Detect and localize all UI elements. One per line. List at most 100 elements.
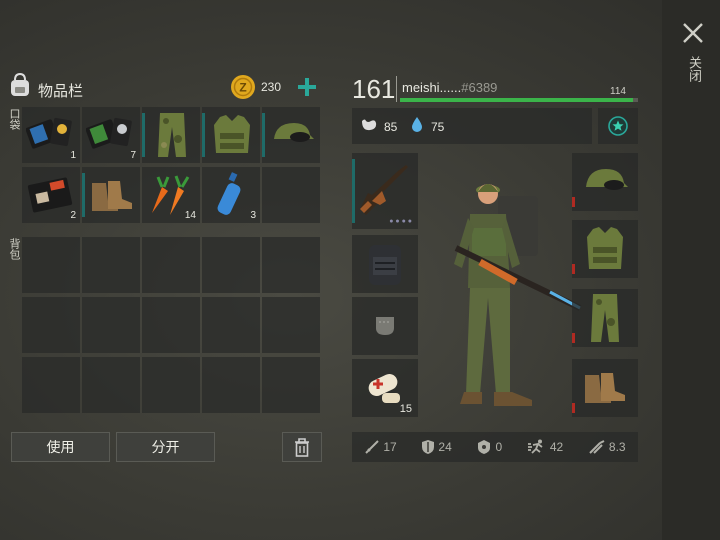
water-value: 75 xyxy=(431,120,445,134)
backpack-slot[interactable] xyxy=(142,297,200,353)
durability-indicator xyxy=(572,197,575,207)
weight-icon xyxy=(589,440,605,454)
ammo-dots: ● ● ● ● xyxy=(389,218,412,225)
durability-stripe xyxy=(352,159,355,223)
backpack-slot[interactable] xyxy=(22,297,80,353)
water-bottle-icon xyxy=(217,172,241,215)
pocket-slot-2[interactable]: 7 xyxy=(82,107,140,163)
xp-bar xyxy=(400,98,638,102)
character-model xyxy=(440,168,590,423)
camo-vest-icon xyxy=(587,227,623,269)
pocket-slot-8[interactable]: 14 xyxy=(142,167,200,223)
backpack-slot[interactable] xyxy=(202,357,260,413)
id-card-icon xyxy=(86,117,132,149)
durability-stripe xyxy=(262,113,265,157)
backpack-label: 背包 xyxy=(8,238,20,260)
legs-slot[interactable] xyxy=(572,289,638,347)
plus-icon xyxy=(298,78,316,96)
pocket-slot-6[interactable]: 2 xyxy=(22,167,80,223)
id-card-icon xyxy=(26,117,72,149)
wallet-icon xyxy=(27,177,73,213)
backpack-slot[interactable] xyxy=(262,237,320,293)
trash-icon xyxy=(295,438,309,457)
item-count: 2 xyxy=(70,210,76,221)
backpack-slot[interactable] xyxy=(262,297,320,353)
attack-value: 17 xyxy=(383,440,397,454)
pocket-slot-equip[interactable] xyxy=(352,297,418,355)
item-count: 3 xyxy=(250,210,256,221)
rifle-icon xyxy=(360,165,408,215)
perks-button[interactable] xyxy=(598,108,638,144)
use-button[interactable]: 使用 xyxy=(11,432,110,462)
stats-bar: 17 24 0 42 8.3 xyxy=(352,432,638,462)
pocket-slot-9[interactable]: 3 xyxy=(202,167,260,223)
boots-icon xyxy=(585,373,625,403)
backpack-slot[interactable] xyxy=(22,237,80,293)
backpack-slot[interactable] xyxy=(142,237,200,293)
player-name: meishi...... xyxy=(402,80,462,95)
food-value: 85 xyxy=(384,120,398,134)
star-badge-icon xyxy=(608,116,628,136)
radiation-value: 0 xyxy=(495,440,503,454)
speed-stat: 42 xyxy=(527,439,563,455)
durability-indicator xyxy=(572,333,575,343)
radiation-stat: 0 xyxy=(476,439,502,455)
pocket-slot-1[interactable]: 1 xyxy=(22,107,80,163)
player-name-row: meishi......#6389 xyxy=(402,80,497,95)
body-slot[interactable] xyxy=(572,220,638,278)
item-count: 15 xyxy=(399,403,412,415)
close-icon xyxy=(683,23,703,43)
durability-indicator xyxy=(572,264,575,274)
backpack-slot[interactable] xyxy=(82,297,140,353)
backpack-slot[interactable] xyxy=(142,357,200,413)
item-count: 14 xyxy=(184,210,196,221)
pocket-slot-10[interactable] xyxy=(262,167,320,223)
boots-icon xyxy=(92,181,132,211)
weight-stat: 8.3 xyxy=(588,439,626,455)
delete-button[interactable] xyxy=(282,432,322,462)
pocket-slot-3[interactable] xyxy=(142,107,200,163)
svg-text:Z: Z xyxy=(239,81,246,95)
consumable-slot[interactable]: 15 xyxy=(352,359,418,417)
player-tag: #6389 xyxy=(461,80,498,95)
level-divider xyxy=(396,76,397,102)
player-level: 161 xyxy=(352,74,396,104)
attack-stat: 17 xyxy=(364,439,397,455)
durability-stripe xyxy=(82,173,85,217)
split-button[interactable]: 分开 xyxy=(116,432,215,462)
coin-count: 230 xyxy=(261,80,282,94)
backpack-slot[interactable] xyxy=(202,237,260,293)
pocket-slot-4[interactable] xyxy=(202,107,260,163)
xp-bar-fill xyxy=(400,98,634,102)
camo-pants-icon xyxy=(158,113,186,157)
add-coins-button[interactable] xyxy=(296,76,318,98)
camo-cap-icon xyxy=(586,169,628,190)
camo-vest-icon xyxy=(214,115,250,153)
inventory-title: 物品栏 xyxy=(38,83,84,100)
durability-stripe xyxy=(202,113,205,157)
speed-value: 42 xyxy=(549,440,564,454)
durability-stripe xyxy=(142,113,145,157)
close-label: 关闭 xyxy=(687,56,702,82)
running-icon xyxy=(527,439,543,454)
head-slot[interactable] xyxy=(572,153,638,211)
pocket-slot-5[interactable] xyxy=(262,107,320,163)
weapon-slot[interactable]: ● ● ● ● xyxy=(352,153,418,229)
camo-pants-icon xyxy=(591,294,619,342)
item-count: 7 xyxy=(130,150,136,161)
backpack-slot-equip[interactable] xyxy=(352,235,418,293)
backpack-slot[interactable] xyxy=(82,237,140,293)
close-button[interactable] xyxy=(680,20,706,46)
sword-icon xyxy=(365,440,380,454)
backpack-slot[interactable] xyxy=(82,357,140,413)
stomach-icon xyxy=(360,117,378,138)
defense-value: 24 xyxy=(438,440,452,454)
backpack-slot[interactable] xyxy=(202,297,260,353)
backpack-slot[interactable] xyxy=(262,357,320,413)
pocket-slot-7[interactable] xyxy=(82,167,140,223)
backpack-icon xyxy=(8,72,32,103)
defense-stat: 24 xyxy=(421,439,452,455)
feet-slot[interactable] xyxy=(572,359,638,417)
backpack-slot[interactable] xyxy=(22,357,80,413)
weight-value: 8.3 xyxy=(608,440,626,454)
